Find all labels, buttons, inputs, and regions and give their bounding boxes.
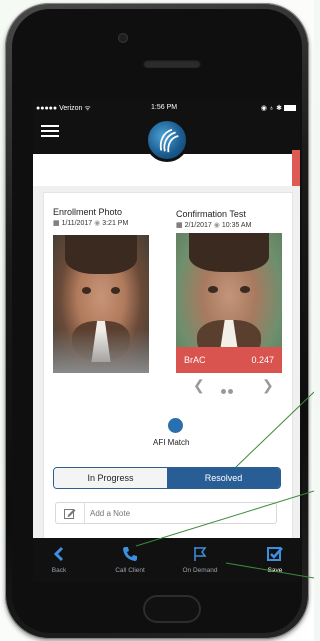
back-chevron-icon (53, 546, 64, 562)
add-note-field (55, 502, 277, 524)
status-bar: ●●●●● Verizon ᯤ 1:56 PM ◉ ♁ ✱ (33, 100, 300, 116)
enrollment-photo[interactable] (53, 235, 149, 373)
call-client-label: Call Client (115, 567, 145, 574)
flag-icon (194, 547, 207, 561)
stage: ●●●●● Verizon ᯤ 1:56 PM ◉ ♁ ✱ Enrollment… (0, 0, 314, 641)
status-glyphs: ◉ ♁ ✱ (260, 105, 282, 112)
battery-icon (284, 105, 296, 112)
brac-result-bar: BrAC 0.247 (176, 347, 282, 373)
back-tab[interactable]: Back (39, 538, 79, 582)
back-tab-label: Back (51, 567, 67, 574)
save-check-icon (267, 547, 283, 561)
phone-icon (123, 547, 137, 561)
carrier-label: ●●●●● Verizon ᯤ (36, 105, 91, 112)
resolved-button[interactable]: Resolved (167, 468, 280, 488)
clock-icon: ◉ (94, 220, 101, 227)
clock-icon: ◉ (213, 222, 220, 229)
confirmation-test-title: Confirmation Test (176, 209, 246, 219)
home-button[interactable] (143, 595, 201, 623)
confirmation-time: 10:35 AM (221, 222, 252, 229)
carousel-page-dots (220, 381, 234, 399)
calendar-icon: ▦ (176, 222, 183, 229)
save-tab[interactable]: Save (255, 538, 295, 582)
on-demand-label: On Demand (182, 567, 218, 574)
call-client-tab[interactable]: Call Client (105, 538, 155, 582)
afi-match-label: AFI Match (153, 438, 190, 447)
enrollment-date: 1/11/2017 (61, 220, 93, 227)
enrollment-photo-title: Enrollment Photo (53, 207, 123, 217)
bottom-tab-bar: Back Call Client On Demand Save (33, 538, 300, 582)
status-segmented-control: In Progress Resolved (53, 467, 281, 489)
edit-note-icon (64, 509, 76, 519)
earpiece-speaker (143, 59, 201, 68)
brac-label: BrAC (184, 355, 206, 365)
hamburger-menu-icon[interactable] (41, 125, 59, 138)
afi-match-indicator (168, 418, 183, 433)
app-screen: ●●●●● Verizon ᯤ 1:56 PM ◉ ♁ ✱ Enrollment… (33, 100, 300, 582)
alert-indicator (292, 150, 300, 187)
carousel-next-icon[interactable]: ❯ (262, 377, 274, 394)
app-logo (145, 118, 189, 162)
confirmation-photo[interactable]: BrAC 0.247 (176, 233, 282, 373)
note-input[interactable] (90, 506, 270, 520)
confirmation-test-datetime: ▦ 2/1/2017 ◉ 10:35 AM (176, 221, 251, 229)
front-camera (118, 33, 128, 43)
on-demand-tab[interactable]: On Demand (173, 538, 227, 582)
calendar-icon: ▦ (53, 220, 60, 227)
logo-swoosh-icon (159, 128, 179, 153)
clock: 1:56 PM (151, 104, 178, 111)
carousel-prev-icon[interactable]: ❮ (193, 377, 205, 394)
enrollment-photo-datetime: ▦ 1/11/2017 ◉ 3:21 PM (53, 219, 128, 227)
status-icons: ◉ ♁ ✱ (261, 104, 296, 112)
enrollment-time: 3:21 PM (102, 220, 129, 227)
confirmation-date: 2/1/2017 (184, 222, 212, 229)
save-tab-label: Save (267, 567, 283, 574)
brac-value: 0.247 (251, 355, 274, 365)
in-progress-button[interactable]: In Progress (54, 468, 167, 488)
